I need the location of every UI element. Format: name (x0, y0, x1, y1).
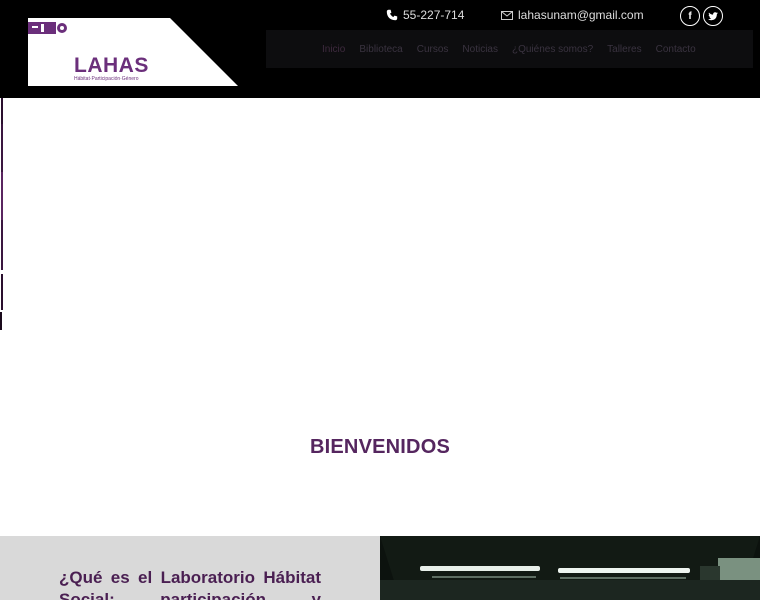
nav-item-quienes-somos[interactable]: ¿Quiénes somos? (512, 44, 593, 55)
lab-photo (380, 536, 760, 600)
site-logo[interactable]: LAHAS Hábitat·Participación·Género (28, 18, 238, 86)
logo-tagline: Hábitat·Participación·Género (74, 76, 139, 82)
twitter-icon[interactable] (703, 6, 723, 26)
phone-icon (386, 9, 398, 21)
main-nav: Inicio Biblioteca Cursos Noticias ¿Quién… (266, 30, 753, 68)
facebook-icon[interactable]: f (680, 6, 700, 26)
nav-item-contacto[interactable]: Contacto (656, 44, 696, 55)
nav-item-cursos[interactable]: Cursos (417, 44, 449, 55)
slider-edge (0, 98, 3, 330)
nav-item-biblioteca[interactable]: Biblioteca (359, 44, 402, 55)
nav-item-noticias[interactable]: Noticias (462, 44, 498, 55)
about-section: ¿Qué es el Laboratorio Hábitat Social: p… (0, 536, 380, 600)
phone-number: 55-227-714 (403, 8, 465, 22)
logo-text: LAHAS (74, 54, 149, 77)
nav-item-inicio[interactable]: Inicio (322, 44, 345, 55)
site-header: LAHAS Hábitat·Participación·Género 55-22… (0, 0, 760, 98)
envelope-icon (501, 10, 513, 20)
email-address: lahasunam@gmail.com (518, 8, 644, 22)
header-email[interactable]: lahasunam@gmail.com (501, 7, 644, 23)
logo-house-icon (28, 22, 67, 34)
nav-item-talleres[interactable]: Talleres (607, 44, 641, 55)
header-phone[interactable]: 55-227-714 (386, 7, 464, 23)
hero-section (0, 98, 760, 536)
about-heading: ¿Qué es el Laboratorio Hábitat Social: p… (59, 568, 321, 600)
welcome-title: BIENVENIDOS (309, 436, 450, 458)
